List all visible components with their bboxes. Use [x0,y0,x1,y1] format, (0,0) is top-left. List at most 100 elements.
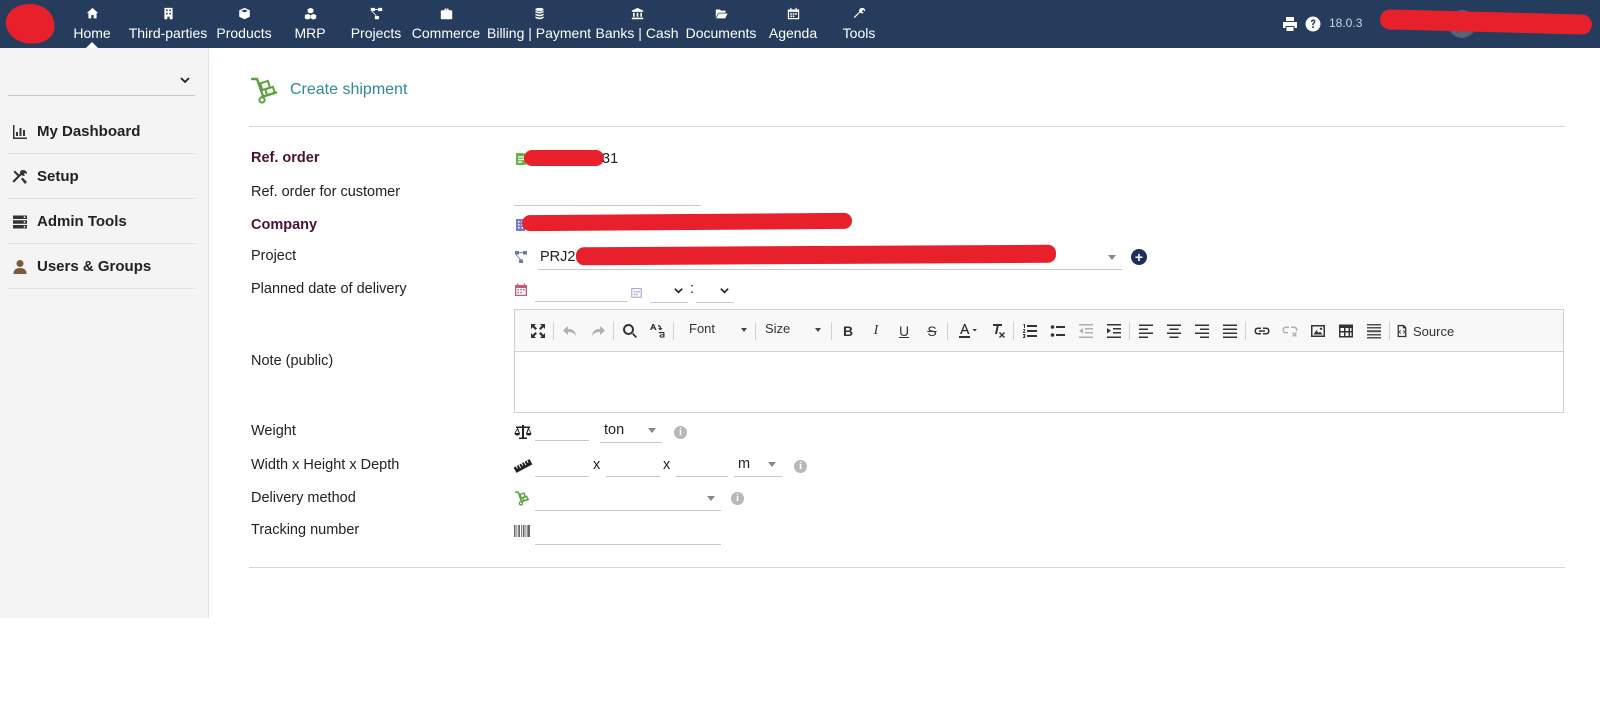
undo-button[interactable] [561,322,579,340]
font-combo[interactable]: Font [689,321,749,341]
justify-button[interactable] [1221,322,1239,340]
date-now-icon[interactable] [631,285,642,298]
sidebar-item-admin-tools[interactable]: Admin Tools [8,200,195,244]
sidebar-item-users-groups[interactable]: Users & Groups [8,245,195,289]
source-button[interactable]: Source [1395,322,1457,340]
project-diagram-icon [370,7,382,20]
wrench-icon [853,7,865,18]
page-header: Create shipment [249,74,407,106]
find-button[interactable] [621,322,639,340]
align-left-button[interactable] [1137,322,1155,340]
ref-customer-input[interactable] [514,184,701,206]
ref-order-value[interactable]: 31 [602,151,618,167]
calendar-icon [787,7,799,20]
redacted-company [521,212,853,232]
align-right-button[interactable] [1193,322,1211,340]
bank-icon [631,7,643,20]
user-icon [13,259,27,274]
company-logo[interactable] [3,0,57,48]
delivery-method-select[interactable] [535,487,721,511]
weight-input[interactable] [535,419,589,441]
indent-button[interactable] [1105,322,1123,340]
top-navbar: Home Third-parties Products MRP Projects… [0,0,1600,48]
image-button[interactable] [1309,322,1327,340]
nav-banks-cash[interactable]: Banks | Cash [596,0,679,48]
maximize-button[interactable] [529,322,547,340]
align-center-button[interactable] [1165,322,1183,340]
form-bottom-divider [249,567,1565,568]
toolbar-separator [755,322,756,340]
replace-button[interactable] [648,322,666,340]
align-right-icon [1195,324,1209,338]
delivery-hour-select[interactable] [650,279,688,303]
remove-format-button[interactable] [989,322,1007,340]
project-value: PRJ2 [540,249,576,265]
strikethrough-button[interactable]: S [923,322,941,340]
toolbar-separator [1245,322,1246,340]
editor-content-area[interactable] [515,353,1563,412]
dropdown-caret-icon [815,328,821,332]
height-input[interactable] [606,455,660,477]
building-icon [163,7,173,20]
italic-button[interactable]: I [867,322,885,340]
help-circle-icon [1305,16,1321,32]
link-button[interactable] [1253,322,1271,340]
nav-mrp[interactable]: MRP [293,0,327,48]
sidebar-quick-select[interactable] [8,68,195,96]
table-button[interactable] [1337,322,1355,340]
weight-info-icon[interactable]: i [674,426,687,439]
dimensions-info-icon[interactable]: i [794,460,807,473]
tools-icon [12,169,27,184]
nav-agenda[interactable]: Agenda [769,0,817,48]
bulleted-list-button[interactable] [1049,322,1067,340]
cube-icon [238,7,250,20]
unlink-button[interactable] [1281,322,1299,340]
depth-input[interactable] [676,455,728,477]
dropdown-caret-icon [1108,255,1116,260]
align-center-icon [1167,324,1181,338]
width-input[interactable] [535,455,589,477]
numbered-list-button[interactable] [1021,322,1039,340]
unlink-icon [1282,326,1298,337]
size-combo[interactable]: Size [765,321,823,341]
redo-button[interactable] [589,322,607,340]
nav-commerce[interactable]: Commerce [412,0,480,48]
nav-tools[interactable]: Tools [843,0,875,48]
replace-icon [650,324,665,338]
numbered-list-icon [1023,324,1037,338]
horizontal-line-button[interactable] [1365,322,1383,340]
dropdown-caret-icon [648,428,656,433]
print-button[interactable] [1282,16,1298,32]
underline-icon: U [898,323,910,339]
delivery-date-input[interactable] [535,280,627,302]
nav-projects[interactable]: Projects [351,0,401,48]
calendar-picker-icon[interactable] [514,283,528,297]
nav-home[interactable]: Home [73,0,111,48]
nav-documents[interactable]: Documents [686,0,756,48]
ruler-icon [513,458,533,474]
text-color-button[interactable] [955,322,981,340]
help-button[interactable] [1305,16,1321,32]
delivery-method-info-icon[interactable]: i [731,492,744,505]
weight-unit-select[interactable]: ton [600,419,662,443]
outdent-button[interactable] [1077,322,1095,340]
tracking-number-input[interactable] [535,523,721,545]
source-icon [1397,324,1407,338]
delivery-minute-select[interactable] [696,279,734,303]
toolbar-separator [1129,322,1130,340]
toolbar-separator [553,322,554,340]
underline-button[interactable]: U [895,322,913,340]
home-icon [86,7,98,19]
sidebar-item-my-dashboard[interactable]: My Dashboard [8,110,195,154]
dimension-separator: x [593,457,601,473]
header-divider [249,126,1565,127]
ref-order-label: Ref. order [251,150,320,166]
sidebar-item-setup[interactable]: Setup [8,155,195,199]
suitcase-icon [440,8,452,20]
add-project-button[interactable]: + [1131,249,1147,265]
nav-products[interactable]: Products [216,0,272,48]
dimension-unit-select[interactable]: m [734,453,782,477]
nav-third-parties[interactable]: Third-parties [129,0,207,48]
bold-button[interactable]: B [839,322,857,340]
nav-billing-payment[interactable]: Billing | Payment [487,0,591,48]
